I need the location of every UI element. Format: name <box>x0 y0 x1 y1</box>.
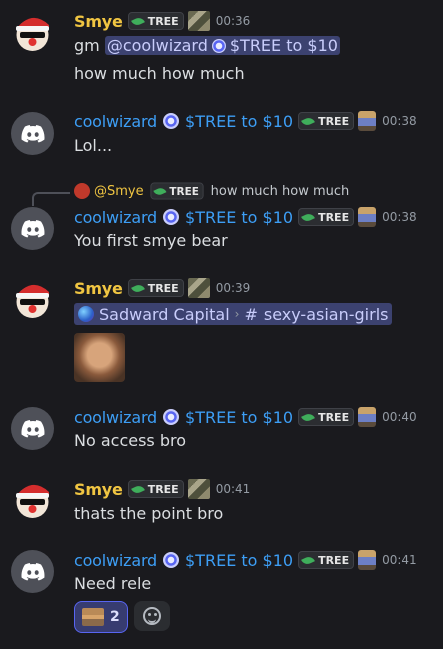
message-text: No access bro <box>74 431 187 450</box>
message-text: thats the point bro <box>74 504 224 523</box>
username[interactable]: Smye <box>74 12 123 31</box>
username[interactable]: Smye <box>74 279 123 298</box>
server-tag[interactable]: TREE <box>298 112 355 130</box>
role-badge-icon[interactable] <box>358 550 377 570</box>
reply-connector <box>32 192 70 206</box>
chevron-right-icon: › <box>234 307 240 321</box>
timestamp: 00:38 <box>382 114 417 128</box>
server-tag[interactable]: TREE <box>127 279 184 297</box>
leaf-icon <box>130 15 145 27</box>
role-icon <box>163 409 180 425</box>
role-icon <box>211 39 226 53</box>
server-tag[interactable]: TREE <box>127 12 184 30</box>
timestamp: 00:40 <box>382 410 417 424</box>
username[interactable]: coolwizard <box>74 551 157 570</box>
server-tag[interactable]: TREE <box>298 408 355 426</box>
avatar[interactable] <box>11 278 54 321</box>
server-icon <box>78 306 94 322</box>
avatar[interactable] <box>11 11 54 54</box>
server-tag[interactable]: TREE <box>298 208 355 226</box>
hash-icon: # <box>244 304 258 324</box>
username[interactable]: coolwizard <box>74 112 157 131</box>
server-tag[interactable]: TREE <box>150 182 204 200</box>
smiley-icon <box>142 607 161 625</box>
username[interactable]: coolwizard <box>74 208 157 227</box>
user-mention[interactable]: @coolwizard $TREE to $10 <box>104 36 340 55</box>
role-badge-icon[interactable] <box>358 407 377 427</box>
server-tag[interactable]: TREE <box>127 480 184 498</box>
timestamp: 00:38 <box>382 210 417 224</box>
name-suffix: $TREE to $10 <box>185 207 294 227</box>
name-suffix: $TREE to $10 <box>185 111 294 131</box>
leaf-icon <box>130 282 145 294</box>
avatar[interactable] <box>11 407 54 450</box>
role-icon <box>163 552 180 568</box>
discord-icon <box>21 219 45 237</box>
discord-icon <box>21 124 45 142</box>
role-icon <box>163 209 180 225</box>
name-suffix: $TREE to $10 <box>185 407 294 427</box>
timestamp: 00:41 <box>215 482 251 496</box>
reply-username[interactable]: @Smye <box>94 184 144 199</box>
message-text: Lol... <box>74 136 113 155</box>
timestamp: 00:36 <box>215 14 251 28</box>
leaf-icon <box>301 115 315 127</box>
leaf-icon <box>152 185 167 197</box>
reply-preview[interactable]: @Smye TREE how much how much <box>74 182 349 200</box>
timestamp: 00:41 <box>382 553 417 567</box>
leaf-icon <box>301 211 315 223</box>
message-text: gm @coolwizard $TREE to $10 <box>74 36 340 55</box>
discord-icon <box>21 419 45 437</box>
avatar[interactable] <box>11 550 54 593</box>
leaf-icon <box>301 411 315 423</box>
role-icon <box>163 113 180 129</box>
reactions: 2 <box>74 601 170 633</box>
role-badge-icon[interactable] <box>187 278 210 298</box>
server-tag[interactable]: TREE <box>298 551 355 569</box>
name-suffix: $TREE to $10 <box>185 550 294 570</box>
leaf-icon <box>130 483 145 495</box>
role-badge-icon[interactable] <box>187 479 210 499</box>
message-text: Need rele <box>74 574 152 593</box>
message-text: how much how much <box>74 64 245 83</box>
avatar[interactable] <box>11 478 54 521</box>
image-attachment[interactable] <box>74 333 125 382</box>
leaf-icon <box>301 554 315 566</box>
discord-icon <box>21 562 45 580</box>
username[interactable]: coolwizard <box>74 408 157 427</box>
channel-link[interactable]: Sadward Capital › # sexy-asian-girls <box>74 303 393 325</box>
username[interactable]: Smye <box>74 480 123 499</box>
avatar[interactable] <box>11 207 54 250</box>
add-reaction-button[interactable] <box>133 601 170 631</box>
avatar[interactable] <box>11 112 54 155</box>
reaction-button[interactable]: 2 <box>74 601 128 633</box>
custom-emoji-icon <box>82 608 104 626</box>
role-badge-icon[interactable] <box>358 207 377 227</box>
timestamp: 00:39 <box>215 281 251 295</box>
reply-avatar <box>74 183 90 199</box>
role-badge-icon[interactable] <box>187 11 210 31</box>
reply-text: how much how much <box>210 183 350 199</box>
message-text: You first smye bear <box>74 231 228 250</box>
role-badge-icon[interactable] <box>358 111 377 131</box>
reaction-count: 2 <box>110 609 120 625</box>
